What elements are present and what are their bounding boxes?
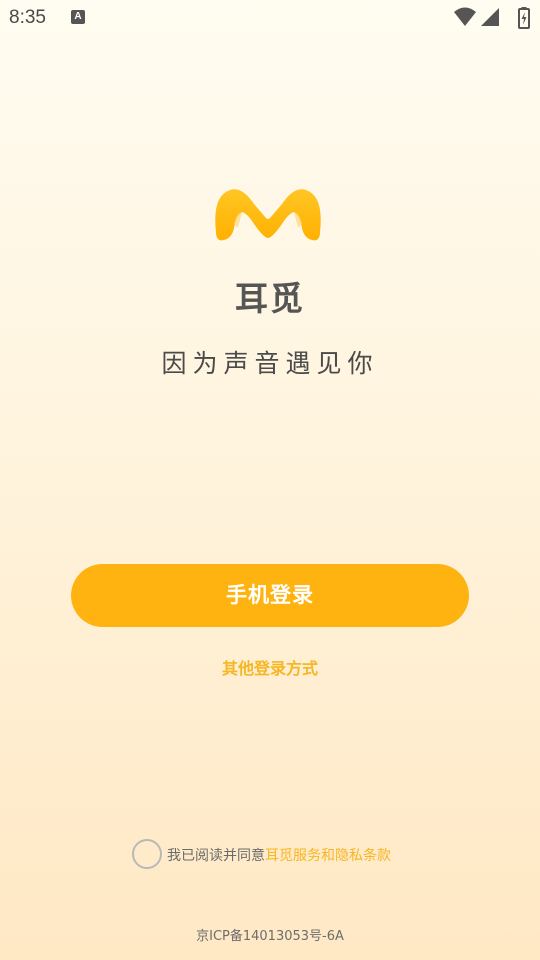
icp-license: 京ICP备14013053号-6A xyxy=(196,929,344,944)
phone-login-button[interactable]: 手机登录 xyxy=(71,564,469,627)
agreement-text: 我已阅读并同意耳觅服务和隐私条款 xyxy=(167,845,391,865)
terms-privacy-link[interactable]: 耳觅服务和隐私条款 xyxy=(265,848,391,864)
cell-signal-icon xyxy=(481,8,499,26)
cat-ears-m-logo-icon xyxy=(215,189,321,241)
status-bar: 8:35 A xyxy=(0,0,540,36)
agreement-prefix: 我已阅读并同意 xyxy=(167,848,265,864)
app-name: 耳觅 xyxy=(235,279,305,318)
status-time: 8:35 xyxy=(9,7,46,28)
slogan: 因为声音遇见你 xyxy=(161,349,379,378)
battery-charging-icon xyxy=(518,7,530,29)
other-login-link[interactable]: 其他登录方式 xyxy=(0,655,540,679)
status-icons xyxy=(454,7,532,29)
wifi-icon xyxy=(454,7,476,26)
keyboard-notification-icon: A xyxy=(71,10,85,24)
agreement-checkbox[interactable] xyxy=(132,839,162,869)
